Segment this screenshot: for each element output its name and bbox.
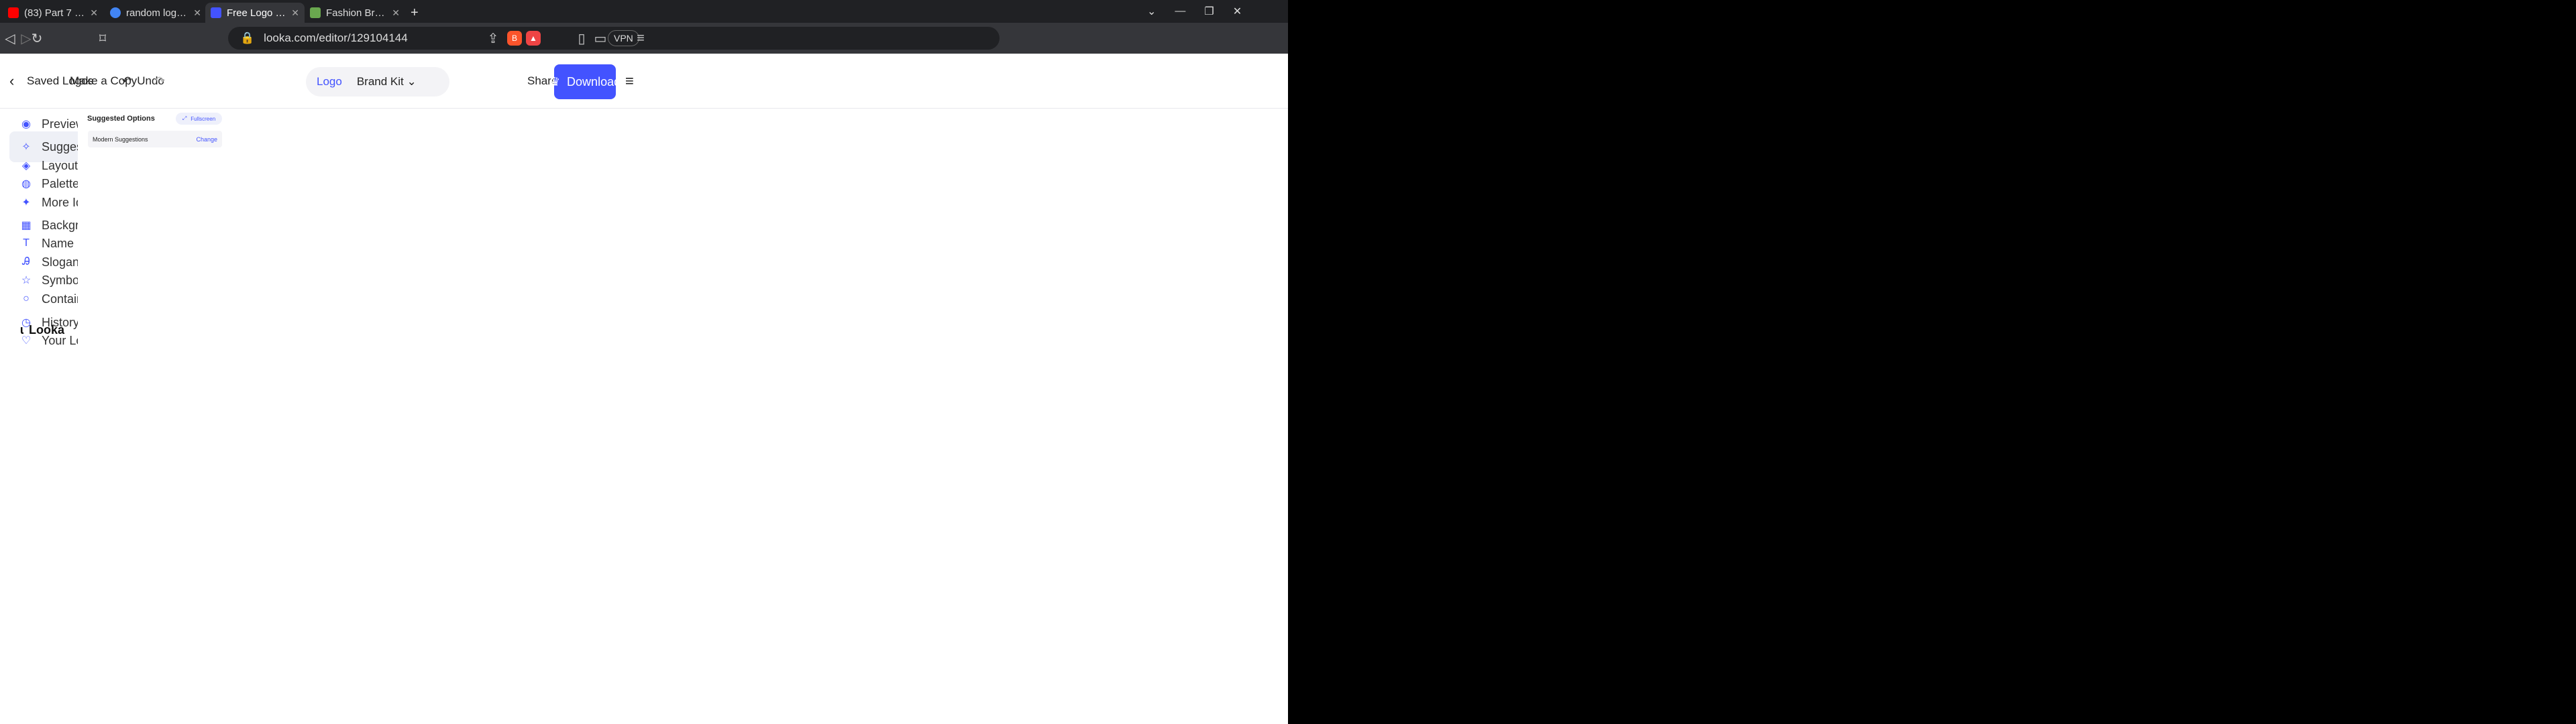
change-link[interactable]: Change	[196, 136, 217, 143]
chevron-down-icon: ⌄	[407, 75, 417, 88]
hamburger-menu-icon[interactable]: ≡	[625, 54, 634, 109]
crown-icon: ♛	[549, 74, 561, 88]
sidebar-toggle-icon[interactable]: ▯	[572, 28, 592, 48]
close-icon[interactable]: ✕	[291, 7, 299, 19]
tab-title: random logo to fashion - Google Sear	[126, 7, 188, 19]
tab-title: Free Logo Maker - Get Custom Lo	[227, 7, 286, 19]
brave-shield-icon[interactable]: B	[507, 31, 522, 46]
url-text: looka.com/editor/129104144	[264, 32, 408, 44]
download-button[interactable]: ♛ Download	[549, 64, 621, 99]
browser-tab[interactable]: random logo to fashion - Google Sear ✕	[105, 3, 207, 23]
style-label: Modern Suggestions	[93, 135, 148, 143]
brand-kit-dropdown[interactable]: Brand Kit ⌄	[357, 75, 417, 88]
minimize-icon[interactable]: —	[1175, 5, 1185, 17]
fullscreen-label: Fullscreen	[191, 115, 216, 122]
logo-brandkit-switch: Logo Brand Kit ⌄	[306, 67, 449, 97]
menu-icon[interactable]: ≡	[631, 28, 651, 48]
page-favicon-icon	[310, 7, 321, 18]
close-icon[interactable]: ✕	[392, 7, 400, 19]
redo-icon[interactable]: ↷	[156, 54, 165, 109]
suggested-panel: Suggested Options ⤢ Fullscreen Modern Su…	[78, 109, 231, 684]
brave-rewards-icon[interactable]: ▲	[526, 31, 541, 46]
share-page-icon[interactable]: ⇪	[483, 28, 503, 48]
maximize-icon[interactable]: ❐	[1204, 5, 1214, 18]
tab-title: Fashion Brand: Nahada!	[326, 7, 386, 19]
browser-tab-active[interactable]: Free Logo Maker - Get Custom Lo ✕	[205, 3, 305, 23]
eye-icon: ◉	[21, 119, 31, 130]
looka-mark-icon: ɩ	[20, 323, 24, 337]
style-selector: Modern Suggestions Change	[88, 131, 222, 147]
chevron-down-icon[interactable]: ⌄	[1147, 5, 1156, 18]
close-icon[interactable]: ✕	[193, 7, 201, 19]
download-label: Download	[567, 74, 621, 88]
looka-brand-logo[interactable]: ɩ Looka	[20, 323, 64, 337]
youtube-icon	[8, 7, 19, 18]
close-icon[interactable]: ✕	[90, 7, 98, 19]
brand-kit-label: Brand Kit	[356, 75, 404, 88]
logo-tab[interactable]: Logo	[317, 75, 342, 88]
browser-tab[interactable]: Fashion Brand: Nahada! ✕	[305, 3, 405, 23]
expand-icon: ⤢	[182, 115, 187, 121]
tab-title: (83) Part 7 | jQuery | Web Designing M	[24, 7, 85, 19]
brand-label: Looka	[29, 323, 65, 337]
left-screen: (83) Part 7 | jQuery | Web Designing M ✕…	[0, 0, 1288, 724]
browser-tab[interactable]: (83) Part 7 | jQuery | Web Designing M ✕	[3, 3, 103, 23]
tab-strip: (83) Part 7 | jQuery | Web Designing M ✕…	[0, 0, 1288, 23]
lock-icon: 🔒	[240, 32, 255, 44]
window-controls: ⌄ — ❐ ✕	[1147, 0, 1242, 23]
fullscreen-button[interactable]: ⤢ Fullscreen	[176, 113, 222, 125]
back-arrow-icon[interactable]: ‹	[9, 54, 14, 109]
magic-wand-icon: ✦	[21, 197, 31, 208]
panel-title: Suggested Options	[87, 115, 155, 123]
close-window-icon[interactable]: ✕	[1233, 5, 1242, 18]
bookmark-icon[interactable]: ⌑	[93, 28, 113, 48]
google-icon	[110, 7, 121, 18]
circle-icon: ○	[23, 293, 30, 304]
editor-header: ‹ Saved Logos Make a Copy ↶ Undo ↷ Logo …	[0, 54, 1288, 109]
looka-favicon-icon	[211, 7, 221, 18]
reload-icon[interactable]: ↻	[27, 28, 47, 48]
undo-icon: ↶	[122, 74, 132, 87]
new-tab-button[interactable]: +	[405, 3, 425, 23]
browser-toolbar: ◁ ▷ ↻ ⌑ 🔒 looka.com/editor/129104144 ⇪ ☆…	[0, 23, 1288, 54]
